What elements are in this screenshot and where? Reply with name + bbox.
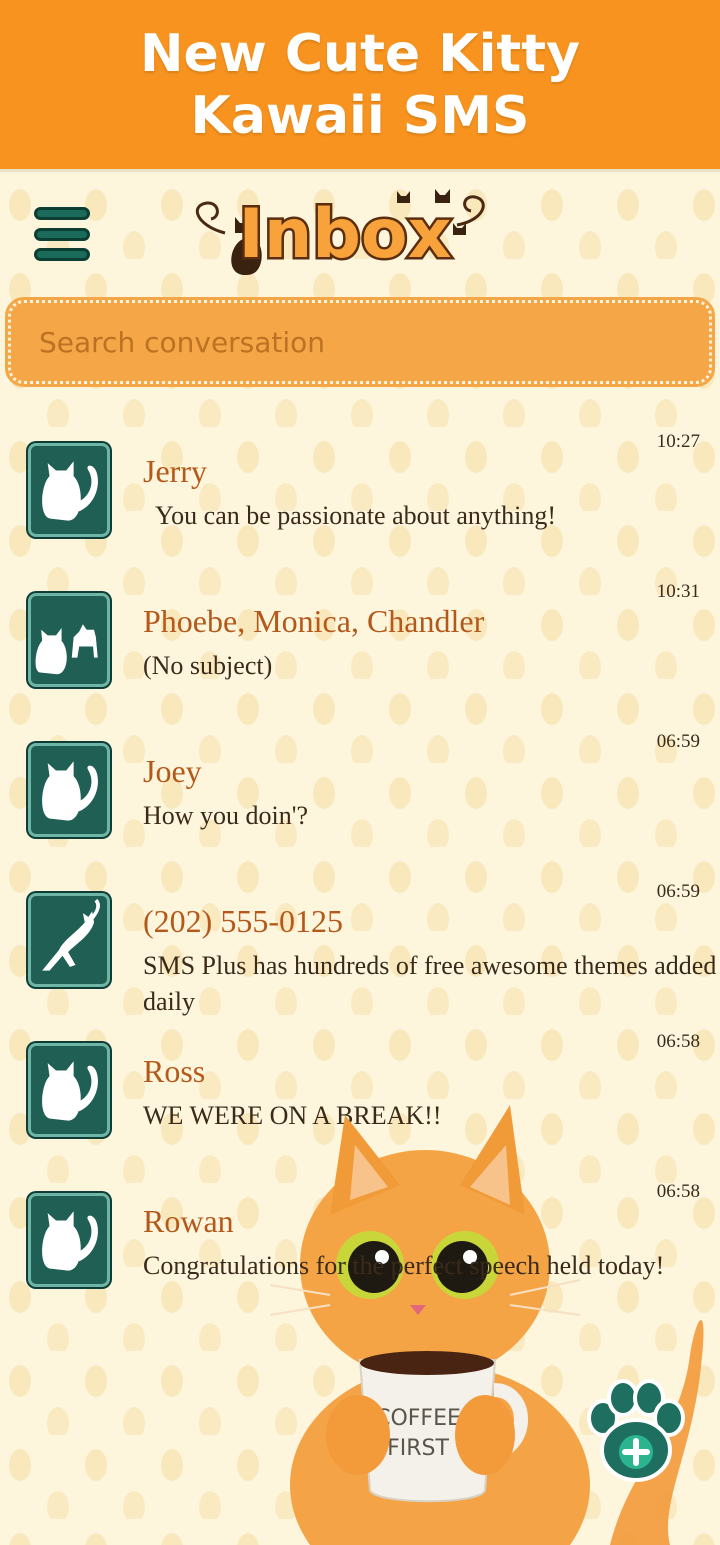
menu-bar [34,227,90,241]
cats-group-avatar-icon [28,593,110,687]
paw-plus-icon[interactable] [583,1378,687,1486]
contact-name: Ross [143,1053,206,1089]
conversation-item[interactable]: (202) 555-0125 SMS Plus has hundreds of … [0,881,720,1033]
inbox-logo: Inbox [195,189,485,277]
message-time: 06:58 [656,1031,700,1052]
conversation-item[interactable]: Rowan Congratulations for the perfect sp… [0,1181,720,1333]
cat-avatar-icon [28,1193,110,1287]
contact-name: Phoebe, Monica, Chandler [143,603,485,639]
leaping-cat-avatar-icon [28,893,110,987]
message-snippet: You can be passionate about anything! [155,501,557,530]
inbox-title: Inbox [239,195,452,274]
cat-avatar-icon [28,443,110,537]
cat-avatar-icon [28,1043,110,1137]
conversation-item[interactable]: Joey How you doin'? 06:59 [0,731,720,883]
message-snippet: How you doin'? [143,801,309,830]
message-time: 06:58 [656,1181,700,1202]
message-time: 10:31 [656,581,700,602]
banner-title-line-1: New Cute Kitty [139,23,581,84]
message-snippet: SMS Plus has hundreds of free awesome th… [143,951,717,1016]
message-time: 10:27 [656,431,700,452]
message-time: 06:59 [656,881,700,902]
message-snippet: Congratulations for the perfect speech h… [143,1251,665,1280]
contact-name: Jerry [143,453,207,489]
contact-name: Joey [143,753,202,789]
message-time: 06:59 [656,731,700,752]
mug-text-line-2: FIRST [387,1436,449,1461]
search-bar[interactable] [5,297,715,387]
promo-banner: New Cute Kitty Kawaii SMS [0,0,720,172]
conversation-item[interactable]: Phoebe, Monica, Chandler (No subject) 10… [0,581,720,733]
inbox-screen: Inbox Jerry You can be passionate about … [0,175,720,1545]
hamburger-menu-icon[interactable] [34,207,90,261]
search-input[interactable] [39,325,679,359]
menu-bar [34,207,90,220]
message-snippet: (No subject) [143,651,273,680]
cat-avatar-icon [28,743,110,837]
menu-bar [34,248,90,261]
contact-name: Rowan [143,1203,234,1239]
contact-name: (202) 555-0125 [143,903,343,939]
banner-title-line-2: Kawaii SMS [190,85,530,146]
conversation-item[interactable]: Jerry You can be passionate about anythi… [0,431,720,583]
